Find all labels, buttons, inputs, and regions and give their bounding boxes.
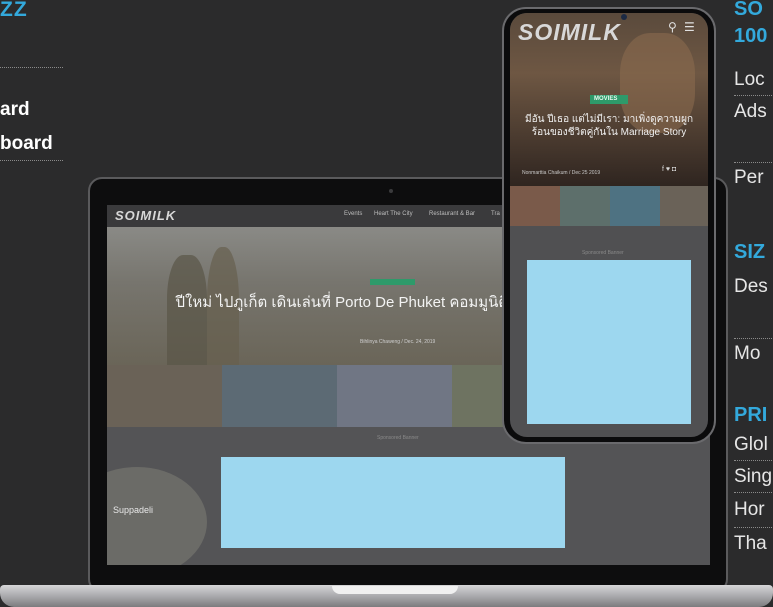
thumbnail-image[interactable] (222, 365, 337, 427)
ad-placeholder-desktop (221, 457, 565, 548)
list-item: Hor (734, 499, 765, 520)
article-meta: Nonmarttia Chaikum / Dec 25 2019 (522, 170, 601, 176)
divider (734, 95, 773, 96)
nav-item-heart-the-city[interactable]: Heart The City (374, 211, 413, 217)
section-heading-price: PRI (734, 404, 768, 426)
list-item: Tha (734, 533, 767, 554)
divider (734, 162, 773, 163)
food-image[interactable] (107, 467, 207, 565)
section-heading-size: SIZ (734, 241, 766, 263)
section-heading: SO (734, 0, 763, 20)
list-item-mobile: Mo (734, 343, 761, 364)
site-logo[interactable]: SOIMILK (115, 208, 176, 223)
list-item: Loc (734, 69, 765, 90)
category-label: MOVIES (594, 96, 618, 102)
camera-icon (621, 14, 627, 20)
hamburger-menu-icon[interactable]: ☰ (684, 20, 695, 34)
list-item: Sing (734, 466, 773, 487)
thumbnail-image[interactable] (337, 365, 452, 427)
divider (734, 492, 773, 493)
divider (0, 160, 63, 161)
social-icons[interactable]: f ♥ ◘ (662, 166, 676, 173)
thumbnail-image[interactable] (510, 186, 560, 226)
laptop-notch (332, 586, 458, 594)
thumbnail-image[interactable] (610, 186, 660, 226)
camera-icon (389, 189, 393, 193)
divider (734, 460, 773, 461)
placement-item-leaderboard: ard (0, 99, 30, 120)
site-logo[interactable]: SOIMILK (518, 19, 621, 46)
thumbnail-image[interactable] (660, 186, 708, 226)
divider (734, 527, 773, 528)
list-item: Ads (734, 101, 767, 122)
list-item: Per (734, 167, 764, 188)
food-caption: Suppadeli (113, 505, 154, 515)
divider (0, 67, 63, 68)
sponsor-label: Sponsored Banner (582, 250, 624, 256)
list-item: Glol (734, 434, 768, 455)
nav-item-travel[interactable]: Tra (491, 211, 500, 217)
nav-item-events[interactable]: Events (344, 211, 362, 217)
section-title: ZZ (0, 0, 28, 21)
thumbnail-image[interactable] (107, 365, 222, 427)
article-meta: Bihlinya Chaweng / Dec. 24, 2019 (360, 339, 436, 345)
section-heading-line2: 100 (734, 25, 768, 47)
nav-item-restaurant-bar[interactable]: Restaurant & Bar (429, 211, 475, 217)
category-badge[interactable] (370, 279, 415, 285)
thumbnail-image[interactable] (560, 186, 610, 226)
sponsor-label: Sponsored Banner (377, 435, 419, 441)
search-icon[interactable]: ⚲ (668, 20, 677, 34)
article-headline[interactable]: มีอัน ปีเธอ แต่ไม่มีเรา: มาเพิ่งดูความผู… (516, 113, 702, 139)
list-item-desktop: Des (734, 276, 768, 297)
divider (734, 338, 773, 339)
ad-placeholder-mobile (527, 260, 691, 424)
placement-item-billboard: board (0, 133, 53, 154)
